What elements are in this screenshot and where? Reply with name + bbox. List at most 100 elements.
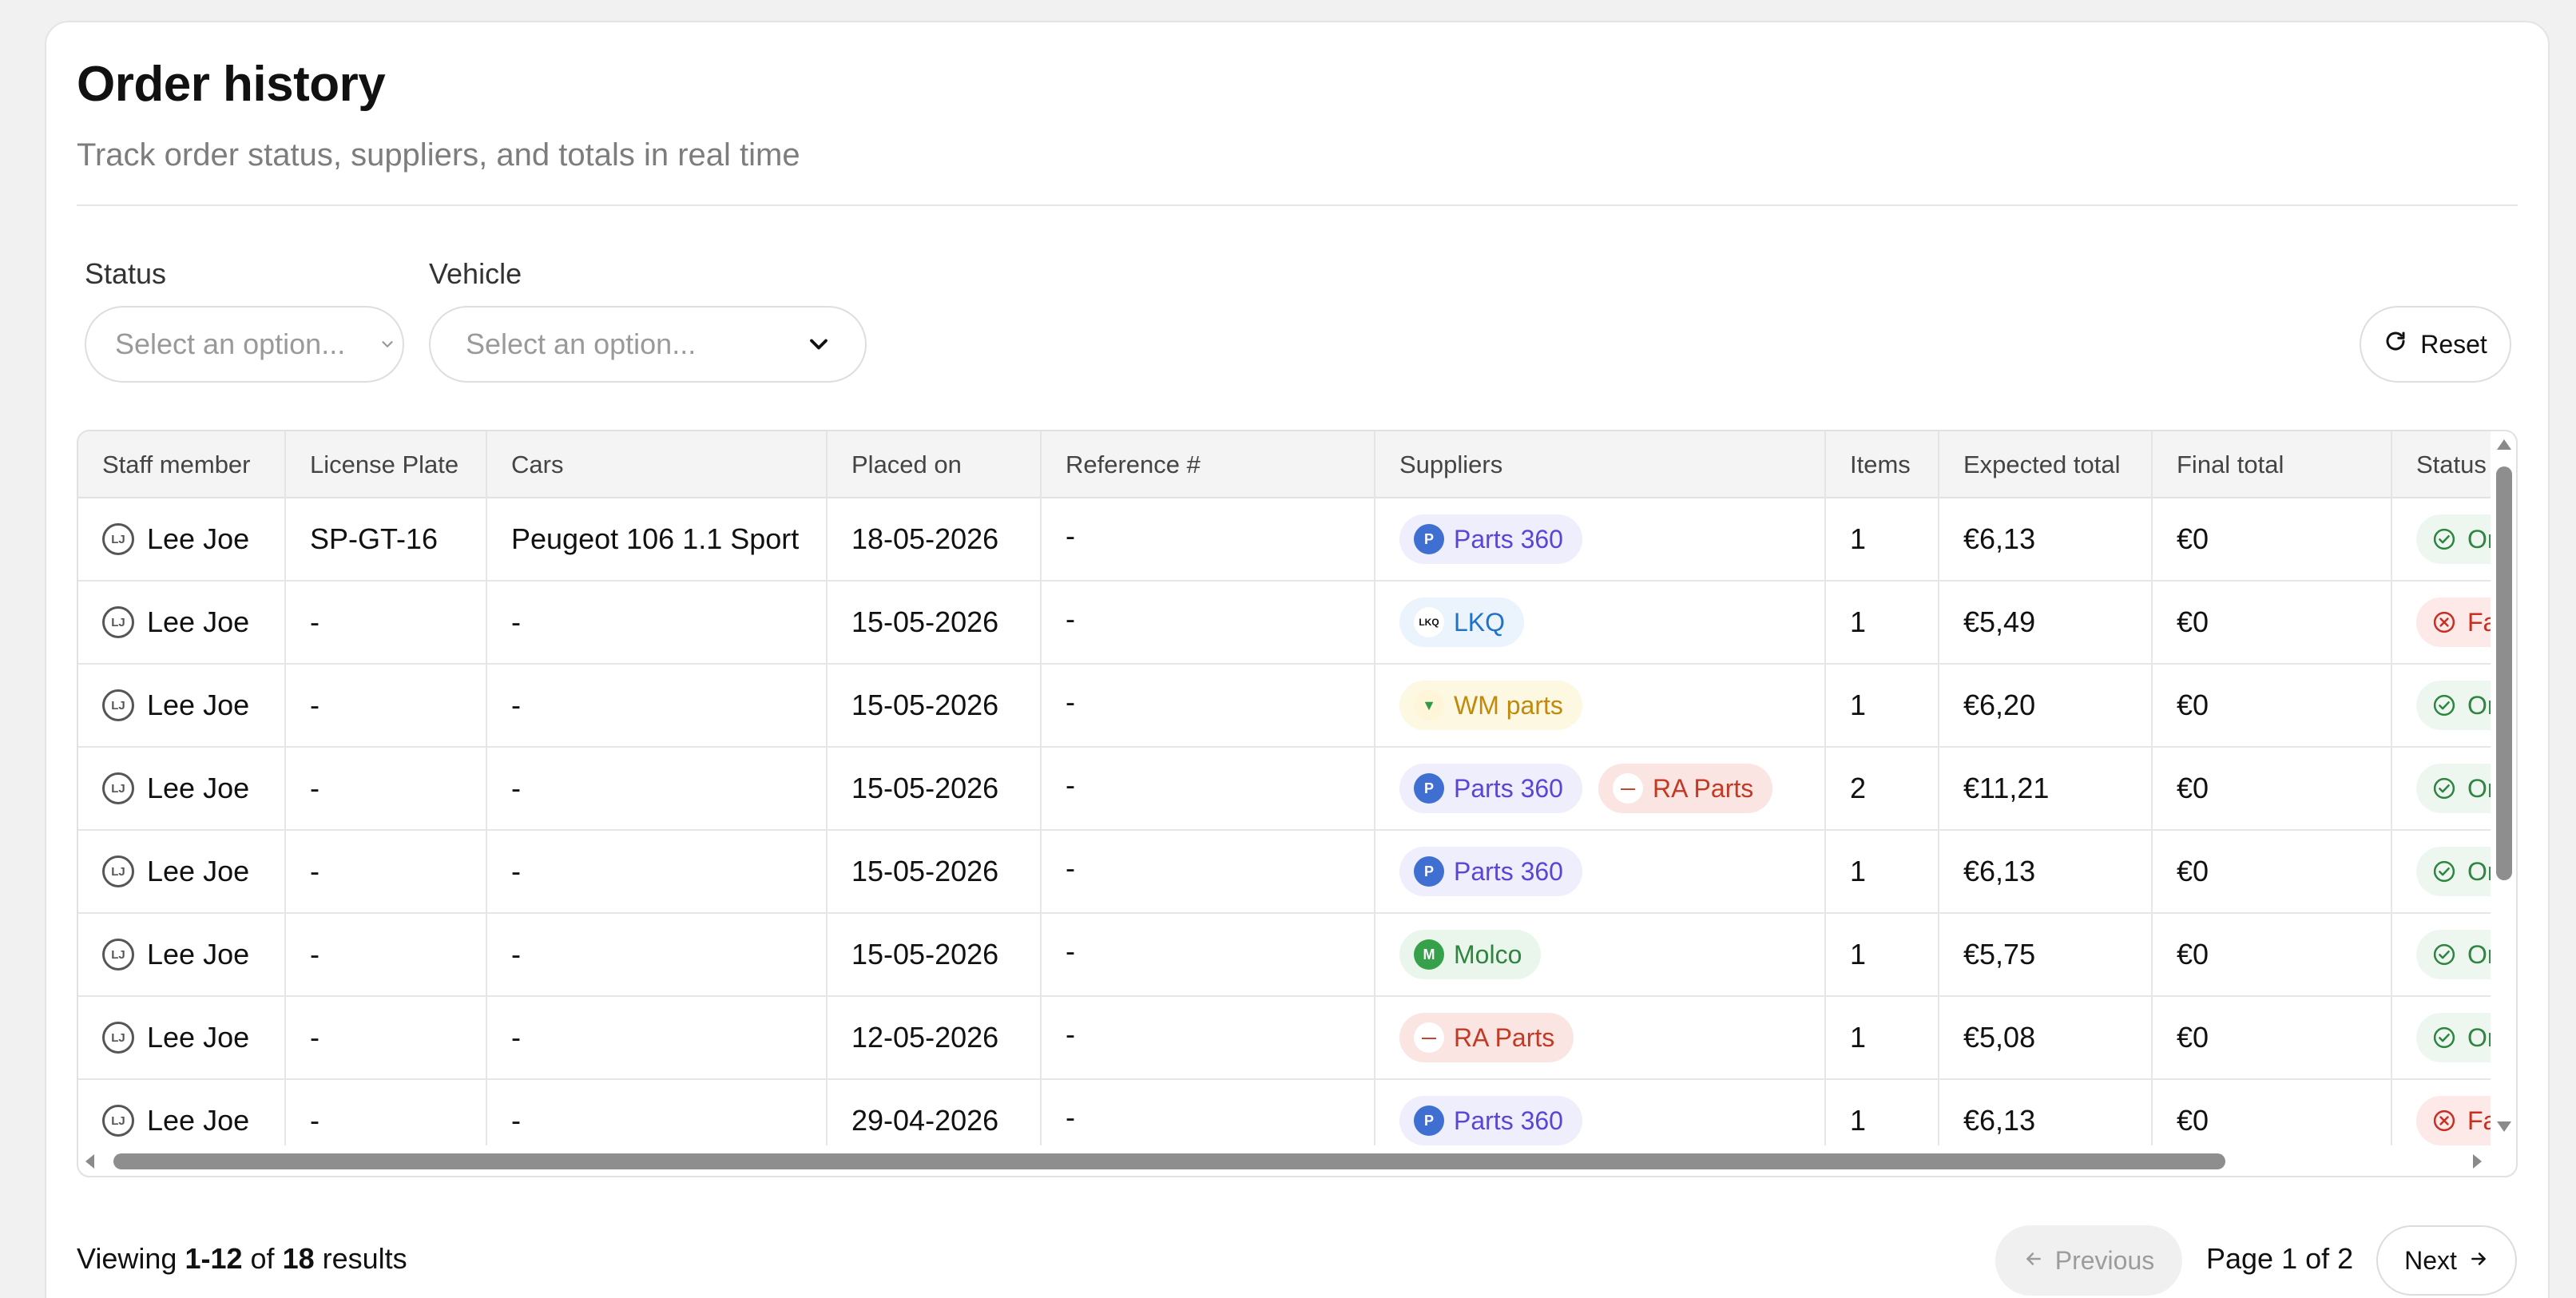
- cell-reference: -: [1040, 831, 1374, 912]
- vehicle-select[interactable]: Select an option...: [429, 306, 867, 383]
- avatar: LJ: [102, 1022, 134, 1054]
- results-range: 1-12: [185, 1242, 243, 1275]
- check-circle-icon: [2432, 1026, 2456, 1050]
- page-indicator: Page 1 of 2: [2206, 1242, 2354, 1275]
- cell-reference: -: [1040, 665, 1374, 746]
- status-select[interactable]: Select an option...: [85, 306, 404, 383]
- status-badge: Failed: [2416, 1096, 2491, 1145]
- chevron-down-icon: [379, 308, 396, 381]
- supplier-chip[interactable]: — RA Parts: [1399, 1013, 1574, 1062]
- expected-total: €5,08: [1963, 1021, 2036, 1054]
- cell-items: 1: [1824, 914, 1938, 995]
- table-row[interactable]: LJ Lee Joe - - 15-05-2026 - M Molco 1 €5,75 €0 Orde…: [78, 914, 2491, 997]
- cell-final-total: €0: [2151, 582, 2391, 663]
- cell-cars: -: [486, 582, 826, 663]
- license-plate: -: [310, 938, 320, 971]
- license-plate: SP-GT-16: [310, 522, 439, 555]
- supplier-chip[interactable]: P Parts 360: [1399, 764, 1582, 813]
- supplier-chip[interactable]: P Parts 360: [1399, 847, 1582, 896]
- status-badge: Ordered: [2416, 1013, 2491, 1062]
- cell-suppliers: P Parts 360: [1374, 498, 1824, 580]
- parts-360-logo-icon: P: [1414, 773, 1444, 804]
- supplier-chip[interactable]: LKQ LKQ: [1399, 597, 1525, 647]
- scroll-left-icon[interactable]: [85, 1154, 94, 1169]
- previous-label: Previous: [2054, 1245, 2155, 1275]
- column-header-cars[interactable]: Cars: [486, 431, 826, 498]
- column-header-placed-on[interactable]: Placed on: [826, 431, 1040, 498]
- cell-expected-total: €6,13: [1938, 498, 2151, 580]
- vertical-scrollbar[interactable]: [2491, 430, 2518, 1141]
- column-header-status[interactable]: Status: [2391, 431, 2491, 498]
- supplier-chip[interactable]: — RA Parts: [1598, 764, 1773, 813]
- horizontal-scroll-thumb[interactable]: [113, 1153, 2225, 1169]
- reset-button[interactable]: Reset: [2360, 306, 2511, 383]
- cell-reference: -: [1040, 748, 1374, 829]
- cell-license-plate: -: [284, 748, 486, 829]
- next-button[interactable]: Next: [2376, 1225, 2517, 1296]
- chevron-down-icon: [804, 308, 833, 381]
- column-header-final-total[interactable]: Final total: [2151, 431, 2391, 498]
- placed-date: 15-05-2026: [851, 605, 999, 638]
- cell-items: 1: [1824, 1080, 1938, 1145]
- table-row[interactable]: LJ Lee Joe - - 15-05-2026 - P Parts 360 — RA Part…: [78, 748, 2491, 831]
- column-header-reference[interactable]: Reference #: [1040, 431, 1374, 498]
- cell-final-total: €0: [2151, 831, 2391, 912]
- scroll-down-icon[interactable]: [2497, 1121, 2511, 1132]
- parts-360-logo-icon: P: [1414, 856, 1444, 887]
- item-count: 1: [1850, 938, 1867, 971]
- cell-items: 1: [1824, 831, 1938, 912]
- cell-placed-on: 15-05-2026: [826, 914, 1040, 995]
- table-row[interactable]: LJ Lee Joe SP-GT-16 Peugeot 106 1.1 Sport 18…: [78, 498, 2491, 582]
- supplier-name: RA Parts: [1454, 1022, 1555, 1052]
- table-row[interactable]: LJ Lee Joe - - 29-04-2026 - P Parts 360 1 €6,13 €0…: [78, 1080, 2491, 1145]
- column-header-items[interactable]: Items: [1824, 431, 1938, 498]
- supplier-chip[interactable]: P Parts 360: [1399, 1096, 1582, 1145]
- status-filter-label: Status: [85, 257, 167, 290]
- cell-reference: -: [1040, 1080, 1374, 1145]
- column-header-license-plate[interactable]: License Plate: [284, 431, 486, 498]
- column-header-suppliers[interactable]: Suppliers: [1374, 431, 1824, 498]
- car-name: -: [511, 1021, 521, 1054]
- parts-360-logo-icon: P: [1414, 1105, 1444, 1136]
- placed-date: 15-05-2026: [851, 855, 999, 887]
- cell-reference: -: [1040, 997, 1374, 1078]
- cell-final-total: €0: [2151, 997, 2391, 1078]
- arrow-left-icon: [2023, 1246, 2044, 1276]
- scroll-up-icon[interactable]: [2497, 439, 2511, 450]
- x-circle-icon: [2432, 1109, 2456, 1133]
- cell-license-plate: -: [284, 997, 486, 1078]
- header-divider: [77, 204, 2518, 206]
- table-row[interactable]: LJ Lee Joe - - 15-05-2026 - ▼ WM parts 1 €6,20 €0 O…: [78, 665, 2491, 748]
- expected-total: €5,75: [1963, 938, 2036, 971]
- status-badge: Ordered: [2416, 930, 2491, 979]
- license-plate: -: [310, 1021, 320, 1054]
- cell-final-total: €0: [2151, 1080, 2391, 1145]
- scroll-right-icon[interactable]: [2473, 1154, 2482, 1169]
- cell-items: 1: [1824, 498, 1938, 580]
- cell-placed-on: 15-05-2026: [826, 665, 1040, 746]
- supplier-chip[interactable]: P Parts 360: [1399, 514, 1582, 564]
- horizontal-scrollbar[interactable]: [77, 1141, 2518, 1181]
- table-row[interactable]: LJ Lee Joe - - 15-05-2026 - P Parts 360 1 €6,13 €0…: [78, 831, 2491, 914]
- vertical-scroll-thumb[interactable]: [2496, 466, 2512, 880]
- supplier-chip[interactable]: ▼ WM parts: [1399, 681, 1582, 730]
- table-row[interactable]: LJ Lee Joe - - 15-05-2026 - LKQ LKQ 1 €5,49 €0 Fail…: [78, 582, 2491, 665]
- license-plate: -: [310, 605, 320, 638]
- next-label: Next: [2404, 1245, 2457, 1275]
- table-row[interactable]: LJ Lee Joe - - 12-05-2026 - — RA Parts 1 €5,08 €0 O…: [78, 997, 2491, 1080]
- avatar: LJ: [102, 772, 134, 804]
- column-header-staff-member[interactable]: Staff member: [78, 431, 284, 498]
- cell-cars: -: [486, 748, 826, 829]
- final-total: €0: [2177, 772, 2209, 804]
- cell-final-total: €0: [2151, 665, 2391, 746]
- supplier-chip[interactable]: M Molco: [1399, 930, 1542, 979]
- avatar: LJ: [102, 939, 134, 971]
- cell-suppliers: LKQ LKQ: [1374, 582, 1824, 663]
- expected-total: €6,13: [1963, 522, 2036, 555]
- check-circle-icon: [2432, 859, 2456, 883]
- reference-number: -: [1066, 851, 1075, 884]
- placed-date: 15-05-2026: [851, 772, 999, 804]
- previous-button[interactable]: Previous: [1995, 1225, 2182, 1296]
- column-header-expected-total[interactable]: Expected total: [1938, 431, 2151, 498]
- placed-date: 12-05-2026: [851, 1021, 999, 1054]
